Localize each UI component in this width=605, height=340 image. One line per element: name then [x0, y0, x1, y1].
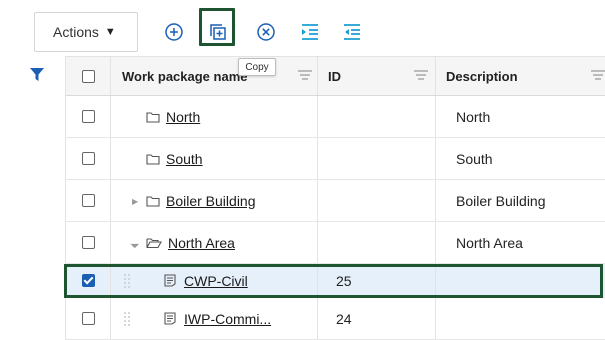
row-checkbox[interactable] — [82, 152, 95, 165]
work-package-link[interactable]: CWP-Civil — [184, 273, 248, 289]
row-checkbox[interactable] — [82, 312, 95, 325]
work-package-link[interactable]: North — [166, 109, 200, 125]
column-menu-icon[interactable] — [591, 70, 605, 82]
folder-icon — [146, 153, 160, 165]
add-icon[interactable] — [162, 12, 186, 52]
row-checkbox-checked[interactable] — [82, 274, 95, 287]
work-package-link[interactable]: South — [166, 151, 203, 167]
work-package-link[interactable]: Boiler Building — [166, 193, 256, 209]
delete-icon[interactable] — [254, 12, 278, 52]
row-checkbox[interactable] — [82, 236, 95, 249]
table-row[interactable]: ◢ North Area North Area — [66, 222, 605, 264]
folder-icon — [146, 111, 160, 123]
caret-down-icon: ▼ — [104, 26, 116, 38]
table-row[interactable]: IWP-Commi... 24 — [66, 298, 605, 340]
row-checkbox[interactable] — [82, 194, 95, 207]
select-all-checkbox[interactable] — [82, 70, 95, 83]
column-menu-icon[interactable] — [298, 70, 312, 82]
table-row[interactable]: South South — [66, 138, 605, 180]
document-icon — [164, 312, 176, 325]
id-cell: 25 — [336, 272, 352, 289]
folder-icon — [146, 195, 160, 207]
description-cell: South — [456, 150, 493, 167]
work-package-link[interactable]: North Area — [168, 235, 235, 251]
id-cell: 24 — [336, 310, 352, 327]
expand-arrow-icon[interactable]: ▶ — [132, 197, 138, 206]
actions-label: Actions — [53, 24, 99, 40]
description-cell: North Area — [456, 234, 523, 251]
collapse-arrow-icon[interactable]: ◢ — [130, 238, 141, 249]
column-header-name[interactable]: Work package name — [122, 57, 247, 95]
open-folder-icon — [146, 237, 162, 248]
copy-button-highlight — [199, 8, 235, 46]
column-header-id[interactable]: ID — [328, 57, 341, 95]
description-cell: North — [456, 108, 491, 125]
table-row-selected[interactable]: CWP-Civil 25 — [66, 264, 605, 298]
drag-handle-icon[interactable] — [124, 312, 132, 326]
indent-icon[interactable] — [298, 12, 322, 52]
document-icon — [164, 274, 176, 287]
row-checkbox[interactable] — [82, 110, 95, 123]
copy-tooltip: Copy — [238, 58, 276, 76]
outdent-icon[interactable] — [340, 12, 364, 52]
actions-dropdown[interactable]: Actions ▼ — [34, 12, 138, 52]
grid-header: Work package name ID Description — [66, 56, 605, 96]
filter-column — [26, 56, 66, 340]
toolbar: Actions ▼ — [34, 12, 605, 52]
table-row[interactable]: North North — [66, 96, 605, 138]
filter-icon[interactable] — [30, 68, 44, 87]
drag-handle-icon[interactable] — [124, 274, 132, 288]
table-row[interactable]: ▶ Boiler Building Boiler Building — [66, 180, 605, 222]
column-header-description[interactable]: Description — [446, 57, 518, 95]
work-package-link[interactable]: IWP-Commi... — [184, 311, 271, 327]
column-menu-icon[interactable] — [414, 70, 428, 82]
description-cell: Boiler Building — [456, 192, 546, 209]
